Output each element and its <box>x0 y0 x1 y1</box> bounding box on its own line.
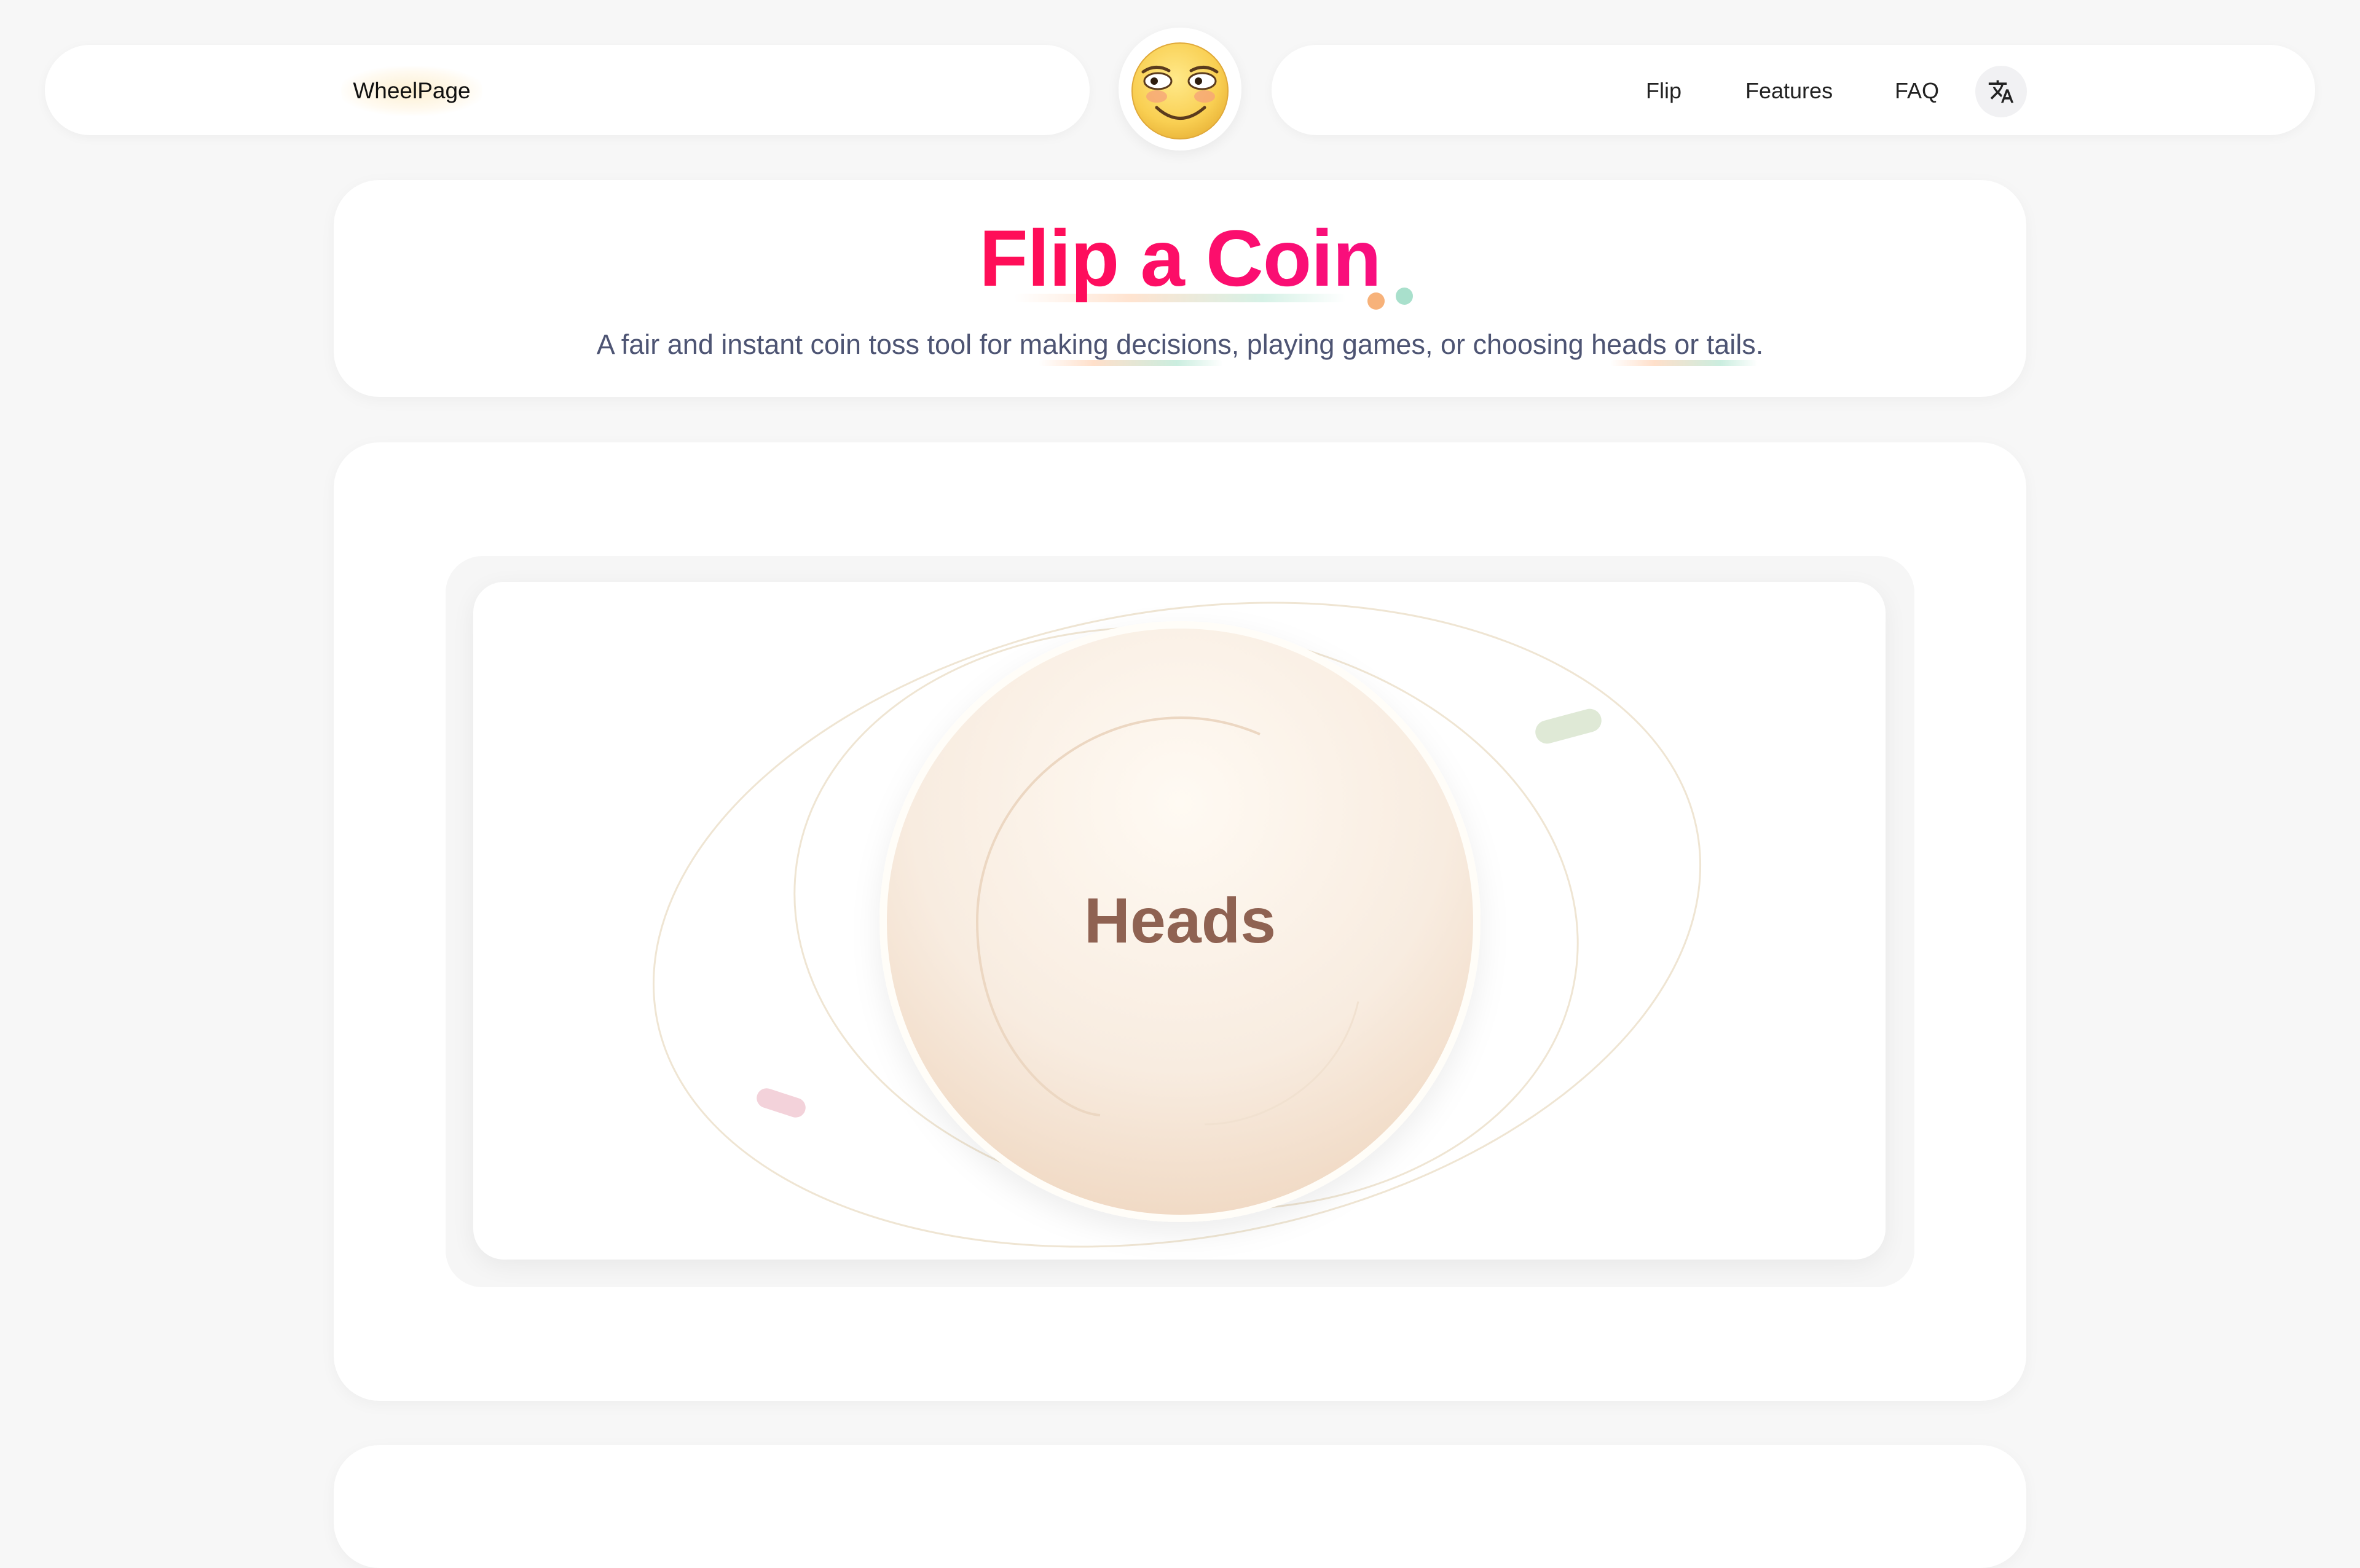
confetti-green <box>1535 708 1602 744</box>
coin-result-label[interactable]: Heads <box>996 885 1364 958</box>
next-section-card <box>334 1445 2026 1568</box>
confetti-pink <box>757 1088 806 1118</box>
coin-illustration <box>652 602 1702 1248</box>
